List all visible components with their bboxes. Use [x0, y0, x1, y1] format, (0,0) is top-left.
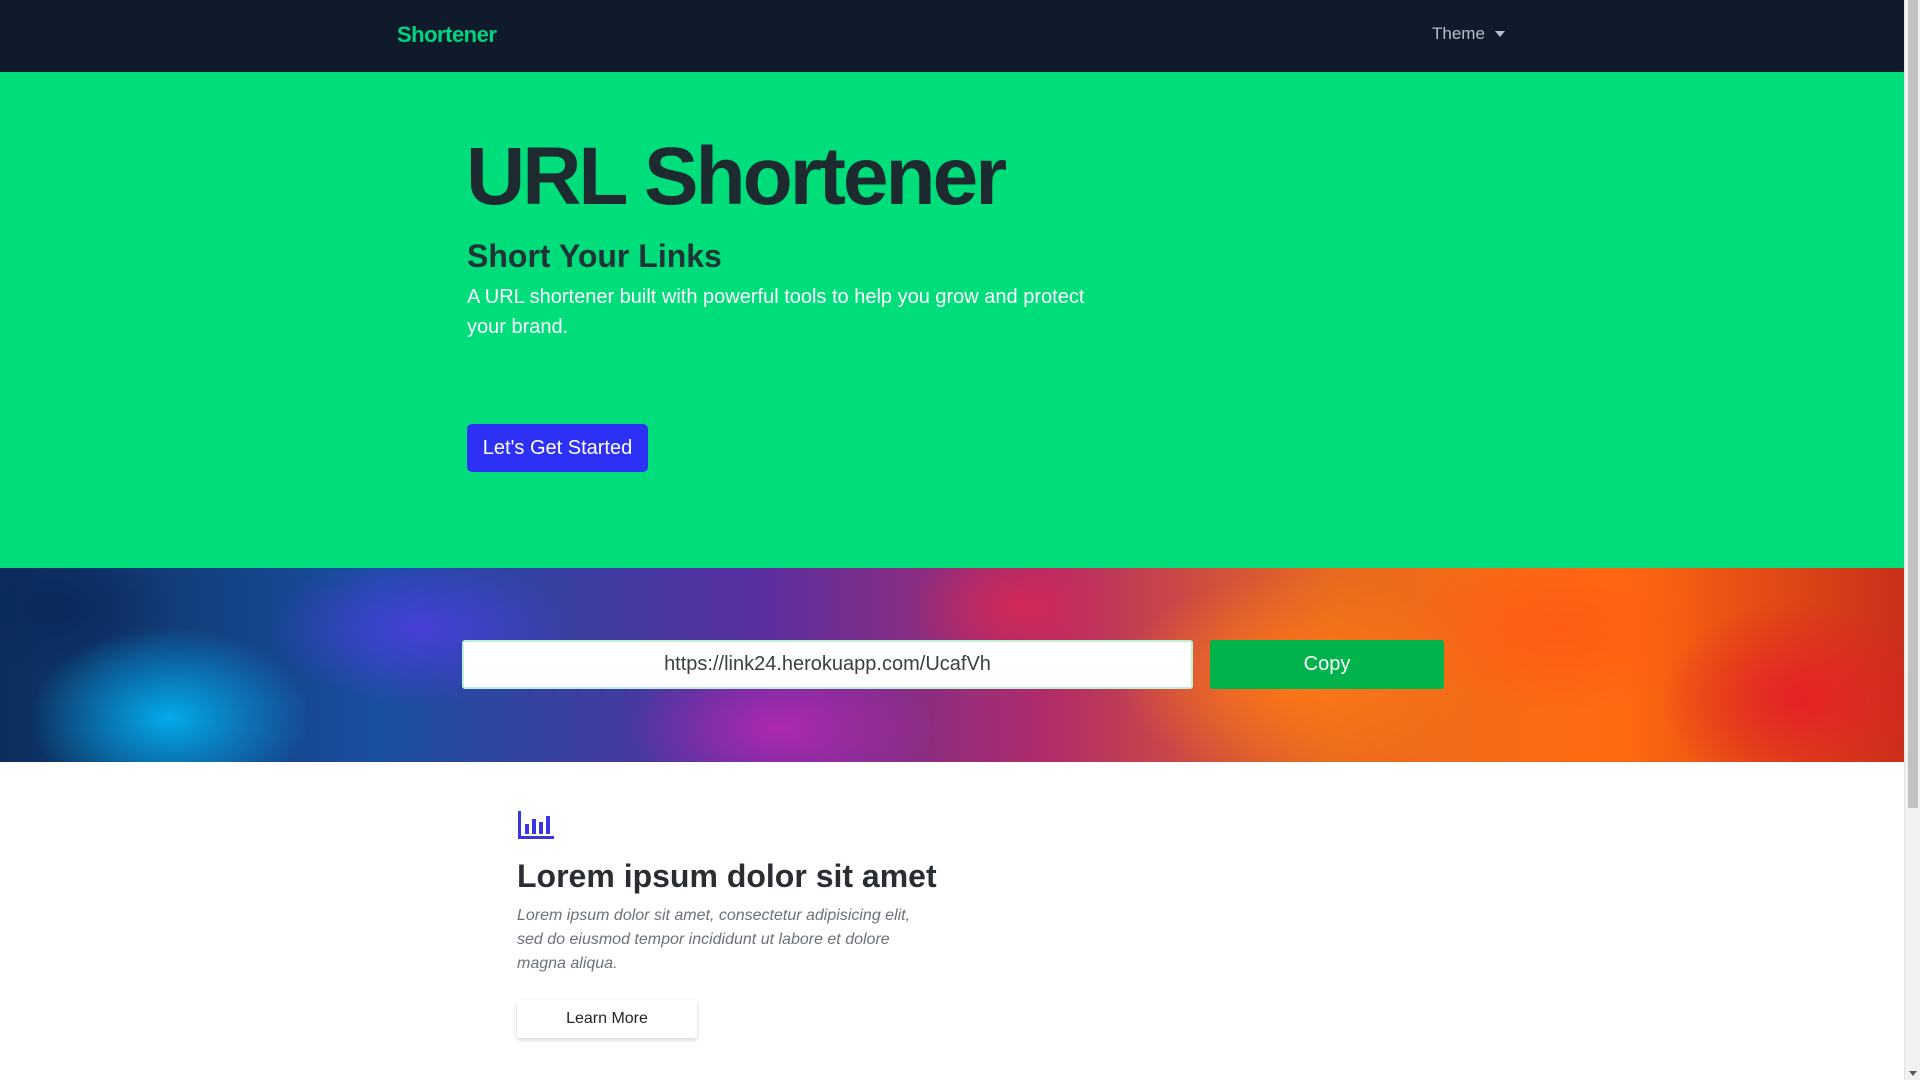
hero-title: URL Shortener: [466, 131, 1007, 222]
brand-logo[interactable]: Shortener: [397, 22, 497, 48]
hero-description: A URL shortener built with powerful tool…: [467, 286, 1085, 338]
short-url-field[interactable]: [462, 640, 1193, 689]
copy-button[interactable]: Copy: [1210, 640, 1444, 689]
shortener-banner: Copy: [0, 568, 1904, 762]
feature-text: Lorem ipsum dolor sit amet, consectetur …: [517, 907, 911, 972]
hero-section: URL Shortener Short Your Links A URL sho…: [0, 72, 1904, 568]
theme-dropdown[interactable]: Theme: [1432, 24, 1505, 44]
scroll-down-icon[interactable]: [1909, 1071, 1917, 1076]
get-started-button[interactable]: Let's Get Started: [467, 424, 648, 472]
feature-title: Lorem ipsum dolor sit amet: [517, 858, 937, 894]
scrollbar-thumb[interactable]: [1908, 0, 1918, 808]
theme-dropdown-label: Theme: [1432, 24, 1485, 43]
learn-more-button[interactable]: Learn More: [517, 1000, 697, 1038]
navbar: Shortener Theme: [0, 0, 1904, 72]
hero-subtitle: Short Your Links: [467, 238, 722, 274]
chevron-down-icon: [1494, 31, 1505, 37]
bar-chart-icon: [518, 811, 554, 839]
page-scrollbar[interactable]: [1904, 0, 1920, 1080]
